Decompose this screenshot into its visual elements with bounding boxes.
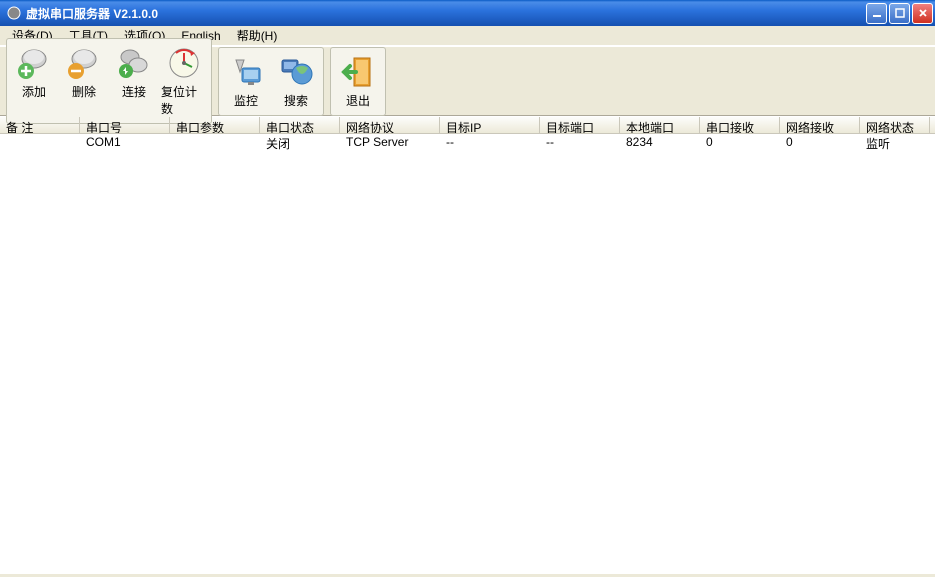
reset-icon [166,45,202,81]
reset-count-button[interactable]: 复位计数 [159,41,209,121]
monitor-label: 监控 [234,92,258,109]
cell-remark [0,134,80,150]
cell-target-port: -- [540,134,620,150]
col-port-params[interactable]: 串口参数 [170,117,260,133]
add-icon [16,45,52,81]
cell-target-ip: -- [440,134,540,150]
list-header: 备 注 串口号 串口参数 串口状态 网络协议 目标IP 目标端口 本地端口 串口… [0,116,935,134]
minimize-button[interactable] [866,3,887,24]
search-button[interactable]: 搜索 [271,50,321,113]
reset-label: 复位计数 [161,83,207,117]
search-label: 搜索 [284,92,308,109]
col-port-status[interactable]: 串口状态 [260,117,340,133]
col-remark[interactable]: 备 注 [0,117,80,133]
cell-net-recv: 0 [780,134,860,150]
connect-button[interactable]: 连接 [109,41,159,121]
app-icon [6,5,22,21]
monitor-icon [228,54,264,90]
list-body[interactable]: COM1 关闭 TCP Server -- -- 8234 0 0 监听 [0,134,935,574]
col-net-protocol[interactable]: 网络协议 [340,117,440,133]
delete-label: 删除 [72,83,96,100]
exit-button[interactable]: 退出 [333,50,383,113]
titlebar: 虚拟串口服务器 V2.1.0.0 [0,0,935,26]
cell-port-params [170,134,260,150]
connect-label: 连接 [122,83,146,100]
menu-help[interactable]: 帮助(H) [229,25,286,46]
table-row[interactable]: COM1 关闭 TCP Server -- -- 8234 0 0 监听 [0,134,935,150]
col-local-port[interactable]: 本地端口 [620,117,700,133]
add-label: 添加 [22,83,46,100]
cell-port-no: COM1 [80,134,170,150]
cell-net-protocol: TCP Server [340,134,440,150]
cell-port-status: 关闭 [260,134,340,150]
add-button[interactable]: 添加 [9,41,59,121]
maximize-button[interactable] [889,3,910,24]
cell-net-status: 监听 [860,134,930,150]
delete-button[interactable]: 删除 [59,41,109,121]
col-net-recv[interactable]: 网络接收 [780,117,860,133]
exit-icon [340,54,376,90]
toolbar: 添加 删除 连接 [0,46,935,116]
col-target-port[interactable]: 目标端口 [540,117,620,133]
col-port-recv[interactable]: 串口接收 [700,117,780,133]
search-icon [278,54,314,90]
col-net-status[interactable]: 网络状态 [860,117,930,133]
col-port-no[interactable]: 串口号 [80,117,170,133]
col-target-ip[interactable]: 目标IP [440,117,540,133]
monitor-button[interactable]: 监控 [221,50,271,113]
exit-label: 退出 [346,92,370,109]
close-button[interactable] [912,3,933,24]
cell-local-port: 8234 [620,134,700,150]
connect-icon [116,45,152,81]
cell-port-recv: 0 [700,134,780,150]
window-title: 虚拟串口服务器 V2.1.0.0 [26,5,866,22]
delete-icon [66,45,102,81]
